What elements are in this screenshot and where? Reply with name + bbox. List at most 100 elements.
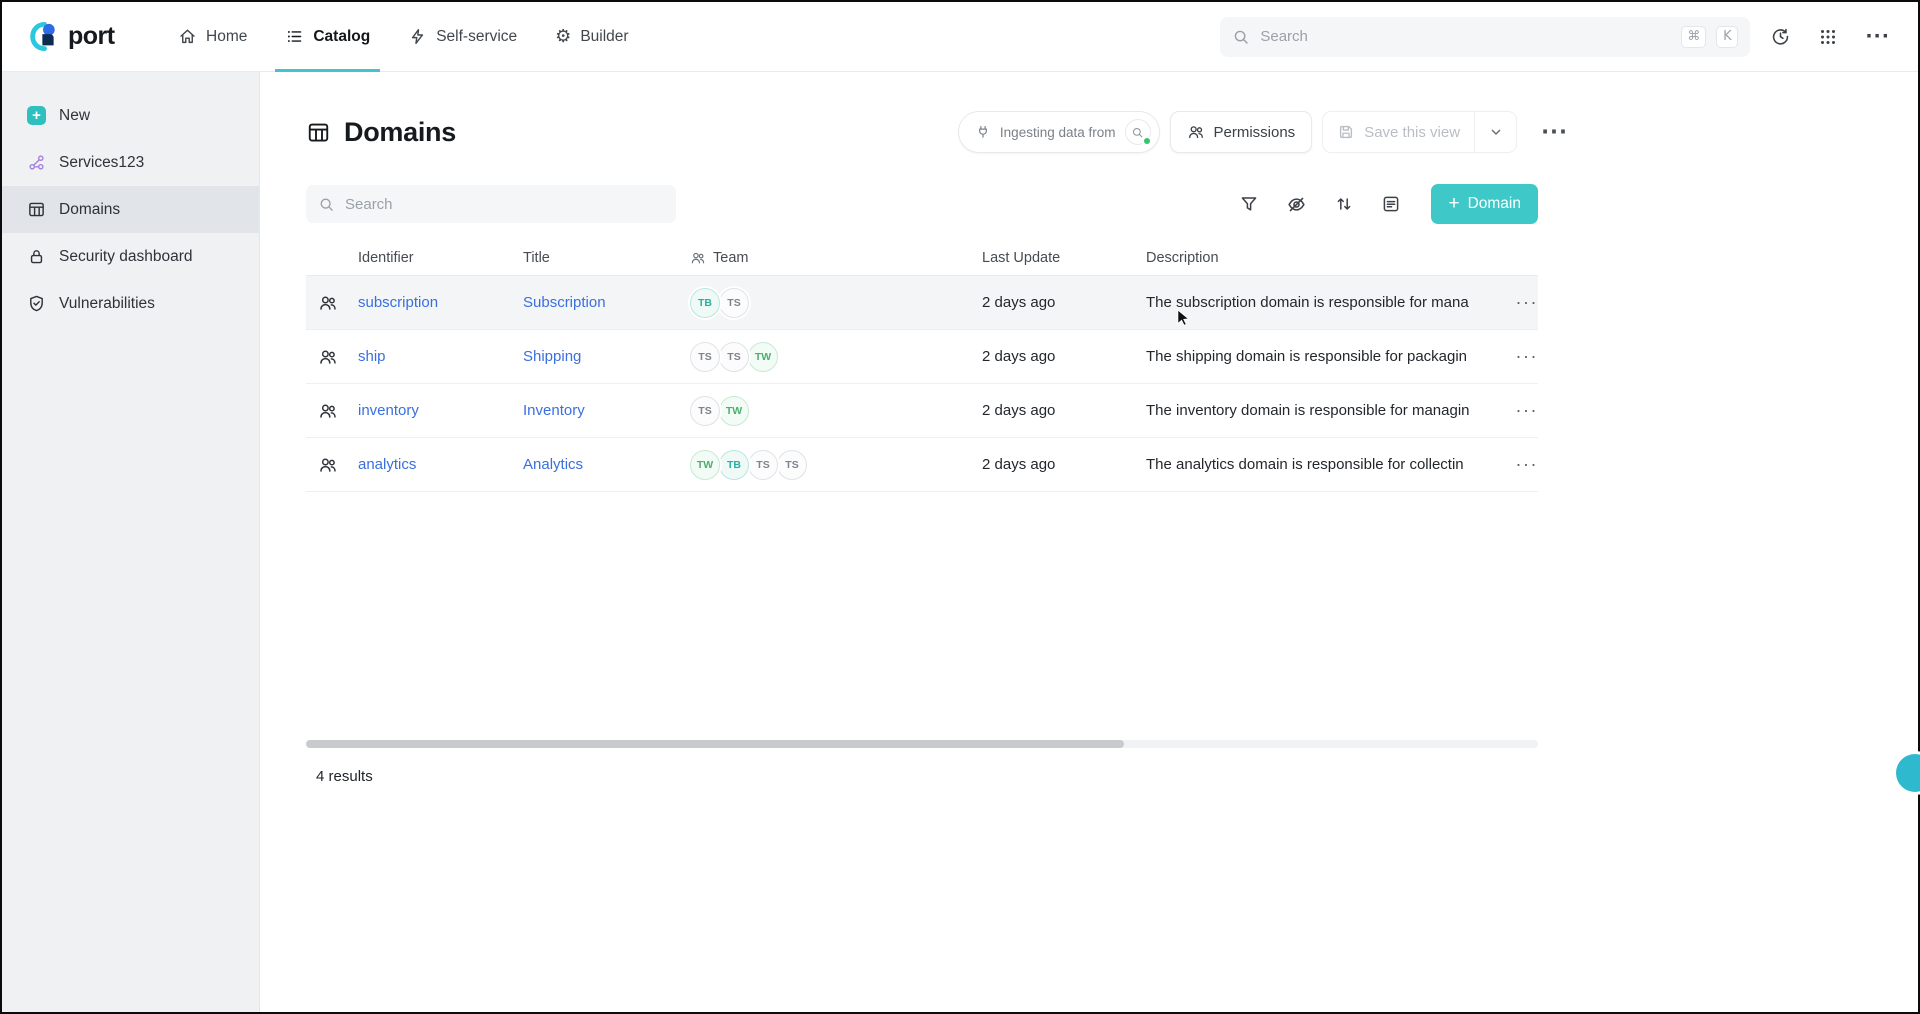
nav-builder[interactable]: ⚙ Builder	[555, 2, 628, 71]
save-view-button[interactable]: Save this view	[1323, 112, 1474, 152]
hide-columns-icon[interactable]	[1286, 194, 1307, 215]
team-avatars: TSTSTW	[690, 342, 982, 372]
column-team: Team	[690, 250, 982, 266]
team-avatar[interactable]: TB	[690, 288, 720, 318]
save-view-dropdown-button[interactable]	[1474, 112, 1516, 152]
table-icon	[27, 200, 46, 219]
network-icon	[27, 153, 46, 172]
port-logo[interactable]: port	[2, 20, 178, 53]
last-update-cell: 2 days ago	[982, 456, 1146, 473]
save-view-label: Save this view	[1364, 124, 1460, 141]
row-menu-button[interactable]: ···	[1516, 454, 1538, 475]
description-cell: The shipping domain is responsible for p…	[1146, 348, 1498, 365]
lock-icon	[27, 247, 46, 266]
team-avatar[interactable]: TS	[719, 342, 749, 372]
table-row[interactable]: subscription Subscription TBTS 2 days ag…	[306, 276, 1538, 330]
save-icon	[1337, 123, 1355, 141]
team-avatar[interactable]: TS	[690, 342, 720, 372]
domain-group-icon	[318, 347, 338, 367]
sidebar-item-label: Domains	[59, 201, 120, 219]
toolbar-icons	[1239, 194, 1401, 215]
title-link[interactable]: Subscription	[523, 294, 606, 311]
nav-catalog-label: Catalog	[313, 28, 370, 46]
table-row[interactable]: inventory Inventory TSTW 2 days ago The …	[306, 384, 1538, 438]
column-last-update: Last Update	[982, 250, 1146, 266]
sidebar-item-new[interactable]: + New	[2, 92, 259, 139]
page-title-text: Domains	[344, 117, 456, 148]
title-link[interactable]: Analytics	[523, 456, 583, 473]
nav-catalog[interactable]: Catalog	[285, 2, 370, 71]
sidebar-item-security-dashboard[interactable]: Security dashboard	[2, 233, 259, 280]
team-avatar[interactable]: TW	[690, 450, 720, 480]
add-domain-label: Domain	[1468, 195, 1521, 213]
sort-icon[interactable]	[1334, 194, 1354, 214]
description-cell: The subscription domain is responsible f…	[1146, 294, 1498, 311]
team-avatar[interactable]: TW	[719, 396, 749, 426]
team-avatars: TSTW	[690, 396, 982, 426]
nav-self-service[interactable]: Self-service	[408, 2, 517, 71]
sidebar-item-label: Vulnerabilities	[59, 295, 155, 313]
more-icon[interactable]: ···	[1865, 27, 1890, 46]
apps-grid-icon[interactable]	[1818, 27, 1838, 47]
group-by-icon[interactable]	[1381, 194, 1401, 214]
team-avatar[interactable]: TS	[690, 396, 720, 426]
identifier-link[interactable]: ship	[358, 348, 386, 365]
row-menu-button[interactable]: ···	[1516, 346, 1538, 367]
permissions-label: Permissions	[1214, 124, 1296, 141]
sidebar: + New Services123 Domains Security dashb…	[2, 72, 260, 1012]
sidebar-item-domains[interactable]: Domains	[2, 186, 259, 233]
last-update-cell: 2 days ago	[982, 402, 1146, 419]
identifier-link[interactable]: analytics	[358, 456, 416, 473]
plug-icon	[975, 124, 991, 140]
team-avatar[interactable]: TB	[719, 450, 749, 480]
title-link[interactable]: Inventory	[523, 402, 585, 419]
k-key: K	[1716, 26, 1738, 48]
plus-icon	[1448, 194, 1459, 214]
sidebar-item-services123[interactable]: Services123	[2, 139, 259, 186]
history-icon[interactable]	[1770, 26, 1791, 47]
team-avatars: TWTBTSTS	[690, 450, 982, 480]
identifier-link[interactable]: subscription	[358, 294, 438, 311]
filter-icon[interactable]	[1239, 194, 1259, 214]
identifier-link[interactable]: inventory	[358, 402, 419, 419]
team-avatar[interactable]: TS	[748, 450, 778, 480]
table-row[interactable]: analytics Analytics TWTBTSTS 2 days ago …	[306, 438, 1538, 492]
ingesting-label: Ingesting data from	[1000, 125, 1116, 140]
nav-home[interactable]: Home	[178, 2, 247, 71]
add-domain-button[interactable]: Domain	[1431, 184, 1538, 224]
top-icon-group: ···	[1770, 26, 1890, 47]
top-bar: port Home Catalog Self-service ⚙ Builder…	[2, 2, 1918, 72]
port-logo-icon	[28, 20, 61, 53]
global-search-input[interactable]	[1260, 28, 1671, 45]
ingesting-data-button[interactable]: Ingesting data from	[958, 111, 1160, 153]
title-link[interactable]: Shipping	[523, 348, 581, 365]
chevron-down-icon	[1487, 123, 1505, 141]
table-search[interactable]	[306, 185, 676, 223]
global-search[interactable]: ⌘ K	[1220, 17, 1750, 57]
logo-text: port	[68, 22, 115, 51]
description-cell: The inventory domain is responsible for …	[1146, 402, 1498, 419]
page-more-icon[interactable]: ···	[1541, 122, 1568, 143]
sidebar-item-label: Security dashboard	[59, 248, 193, 266]
catalog-icon	[285, 27, 304, 46]
team-avatar[interactable]: TS	[719, 288, 749, 318]
search-icon	[318, 196, 335, 213]
last-update-cell: 2 days ago	[982, 348, 1146, 365]
people-icon	[1187, 123, 1205, 141]
row-menu-button[interactable]: ···	[1516, 292, 1538, 313]
domain-group-icon	[318, 455, 338, 475]
home-icon	[178, 27, 197, 46]
table-row[interactable]: ship Shipping TSTSTW 2 days ago The ship…	[306, 330, 1538, 384]
plus-square-icon: +	[27, 106, 46, 125]
team-avatar[interactable]: TS	[777, 450, 807, 480]
horizontal-scrollbar[interactable]	[306, 740, 1538, 748]
permissions-button[interactable]: Permissions	[1170, 111, 1313, 153]
row-menu-button[interactable]: ···	[1516, 400, 1538, 421]
cmd-key: ⌘	[1681, 26, 1706, 48]
team-avatars: TBTS	[690, 288, 982, 318]
table-search-input[interactable]	[345, 196, 664, 213]
header-actions: Ingesting data from Permissions Save thi…	[958, 111, 1568, 153]
team-avatar[interactable]: TW	[748, 342, 778, 372]
scrollbar-thumb[interactable]	[306, 740, 1124, 748]
sidebar-item-vulnerabilities[interactable]: Vulnerabilities	[2, 280, 259, 327]
